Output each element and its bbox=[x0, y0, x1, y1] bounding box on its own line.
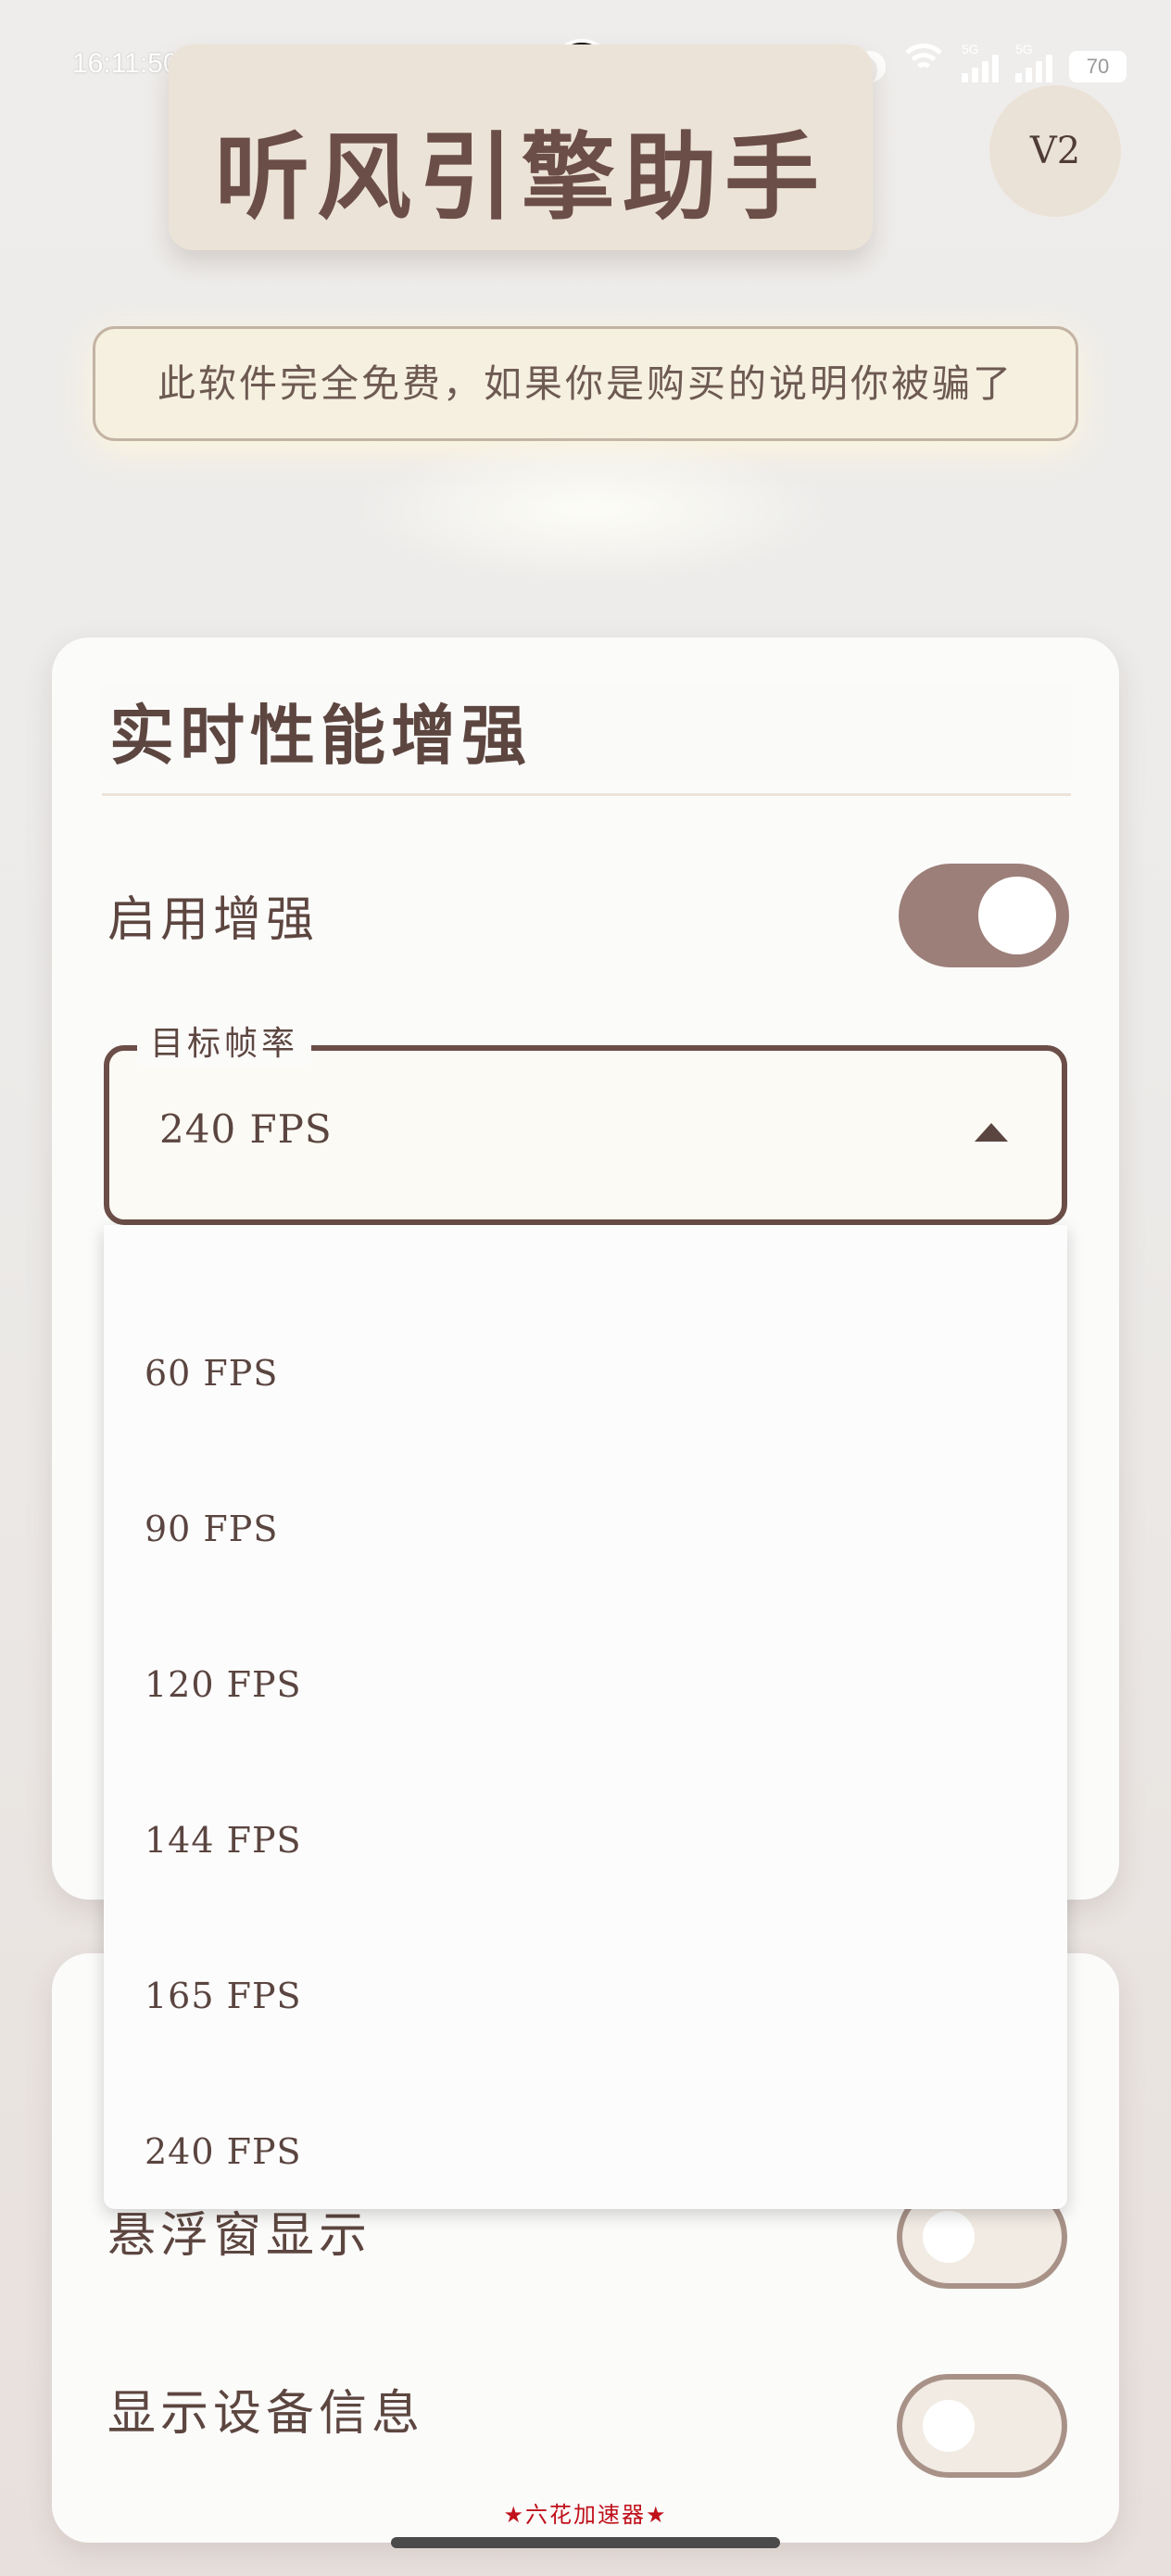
target-fps-value: 240 FPS bbox=[159, 1106, 333, 1152]
wifi-icon bbox=[898, 44, 950, 82]
enable-boost-label: 启用增强 bbox=[107, 892, 320, 948]
fps-option-90[interactable]: 90 FPS bbox=[145, 1483, 978, 1575]
target-fps-select[interactable]: 240 FPS bbox=[104, 1045, 1067, 1225]
device-info-switch[interactable] bbox=[897, 2374, 1067, 2478]
version-badge[interactable]: V2 bbox=[989, 85, 1121, 217]
network-tag-2: 5G bbox=[1015, 42, 1033, 57]
status-time: 16:11:50 bbox=[72, 48, 179, 79]
app-title: 听风引擎助手 bbox=[215, 123, 826, 234]
target-fps-legend: 目标帧率 bbox=[137, 1023, 312, 1066]
caret-up-icon[interactable] bbox=[975, 1123, 1008, 1142]
section-divider bbox=[102, 793, 1071, 796]
notice-glow bbox=[352, 436, 834, 584]
fps-option-144[interactable]: 144 FPS bbox=[145, 1794, 978, 1887]
network-tag-1: 5G bbox=[962, 42, 979, 57]
app-title-card: 听风引擎助手 bbox=[169, 44, 873, 250]
free-notice: 此软件完全免费，如果你是购买的说明你被骗了 bbox=[93, 326, 1078, 441]
footer-credit: ★六花加速器★ bbox=[503, 2502, 668, 2528]
fps-option-120[interactable]: 120 FPS bbox=[145, 1638, 978, 1731]
enable-boost-switch[interactable] bbox=[899, 864, 1069, 967]
signal-icon: 5G bbox=[962, 42, 999, 82]
section-title: 实时性能增强 bbox=[109, 698, 532, 774]
fps-options-menu: 60 FPS 90 FPS 120 FPS 144 FPS 165 FPS 24… bbox=[104, 1225, 1067, 2209]
home-indicator[interactable] bbox=[391, 2537, 780, 2548]
signal-icon-2: 5G bbox=[1015, 42, 1052, 82]
fps-option-165[interactable]: 165 FPS bbox=[145, 1950, 978, 2042]
fps-option-240[interactable]: 240 FPS bbox=[145, 2105, 978, 2198]
fps-option-60[interactable]: 60 FPS bbox=[145, 1327, 978, 1420]
device-info-label: 显示设备信息 bbox=[107, 2386, 425, 2442]
battery-icon: 70 bbox=[1069, 51, 1127, 82]
